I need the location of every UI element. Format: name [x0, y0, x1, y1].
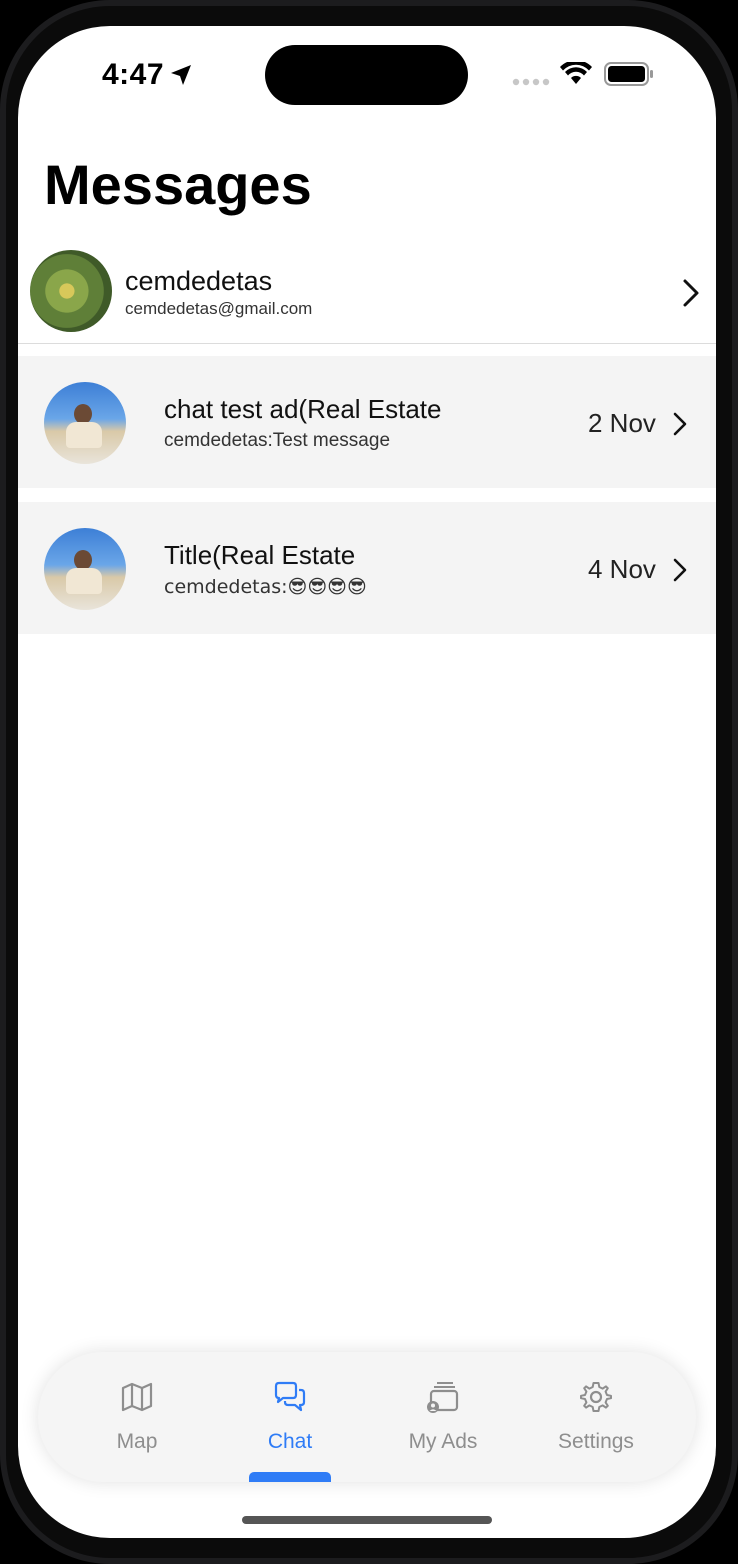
tab-label: Chat — [267, 1430, 313, 1453]
gear-icon — [580, 1382, 612, 1412]
chevron-right-icon — [683, 279, 699, 307]
chevron-right-icon — [673, 412, 687, 436]
home-indicator[interactable] — [242, 1516, 492, 1524]
chevron-right-icon — [673, 558, 687, 582]
conversation-row[interactable]: Title(Real Estate cemdedetas:😎😎😎😎 4 Nov — [18, 502, 716, 634]
conversation-preview: cemdedetas:😎😎😎😎 — [164, 576, 367, 598]
conversation-title: Title(Real Estate — [164, 540, 356, 570]
conversation-title: chat test ad(Real Estate — [164, 394, 442, 424]
avatar — [30, 250, 112, 332]
avatar — [44, 382, 126, 464]
conversation-row[interactable]: chat test ad(Real Estate cemdedetas:Test… — [18, 356, 716, 488]
conversation-preview: cemdedetas:Test message — [164, 430, 391, 451]
battery-icon — [604, 62, 653, 86]
tab-settings[interactable]: Settings — [521, 1352, 671, 1482]
map-icon — [121, 1382, 153, 1412]
avatar-figure-body — [66, 422, 102, 448]
avatar-figure-head — [74, 550, 92, 570]
profile-name: cemdedetas — [125, 266, 273, 296]
avatar — [44, 528, 126, 610]
active-tab-indicator — [249, 1472, 331, 1482]
tab-label: My Ads — [408, 1430, 478, 1453]
avatar-figure-head — [74, 404, 92, 424]
cellular-signal-icon — [512, 78, 550, 86]
chat-bubbles-icon — [274, 1381, 306, 1412]
dynamic-island — [265, 45, 468, 105]
tab-bar: Map Chat My Ads Settings — [38, 1352, 696, 1482]
status-time: 4:47 — [102, 58, 165, 91]
avatar-figure-body — [66, 568, 102, 594]
tab-label: Map — [116, 1430, 158, 1453]
my-ads-icon — [427, 1382, 459, 1413]
profile-email: cemdedetas@gmail.com — [125, 299, 313, 318]
tab-my-ads[interactable]: My Ads — [368, 1352, 518, 1482]
tab-map[interactable]: Map — [62, 1352, 212, 1482]
app-screen: 4:47 Messages cemdedetas cemdedetas@gmai… — [18, 26, 716, 1538]
profile-row[interactable]: cemdedetas cemdedetas@gmail.com — [18, 248, 716, 344]
location-arrow-icon — [171, 65, 191, 85]
tab-label: Settings — [558, 1430, 634, 1453]
wifi-icon — [560, 62, 592, 84]
tab-chat[interactable]: Chat — [215, 1352, 365, 1482]
page-title: Messages — [44, 153, 312, 216]
conversation-date: 4 Nov — [588, 554, 656, 584]
conversation-date: 2 Nov — [588, 408, 656, 438]
